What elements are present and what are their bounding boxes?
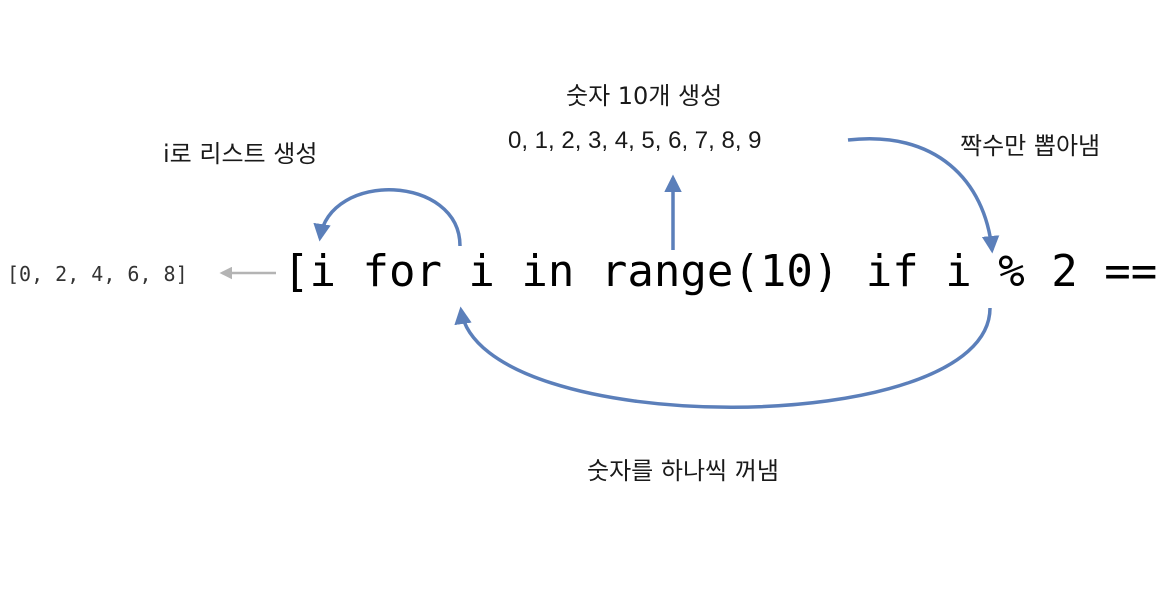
numbers-sequence-label: 0, 1, 2, 3, 4, 5, 6, 7, 8, 9: [508, 127, 762, 154]
comprehension-expression: [i for i in range(10) if i % 2 == 0]: [283, 246, 1162, 297]
list-comprehension-diagram: 숫자 10개 생성 0, 1, 2, 3, 4, 5, 6, 7, 8, 9 i…: [0, 0, 1162, 602]
make-list-label: i로 리스트 생성: [163, 140, 318, 168]
make-numbers-label: 숫자 10개 생성: [566, 82, 723, 110]
take-one-label: 숫자를 하나씩 꺼냄: [587, 457, 779, 485]
filter-even-label: 짝수만 뽑아냄: [960, 132, 1101, 160]
condition-to-loop-variable-arrow: [454, 306, 992, 409]
loop-variable-to-expression-arrow: [313, 188, 462, 247]
result-list: [0, 2, 4, 6, 8]: [7, 262, 188, 286]
